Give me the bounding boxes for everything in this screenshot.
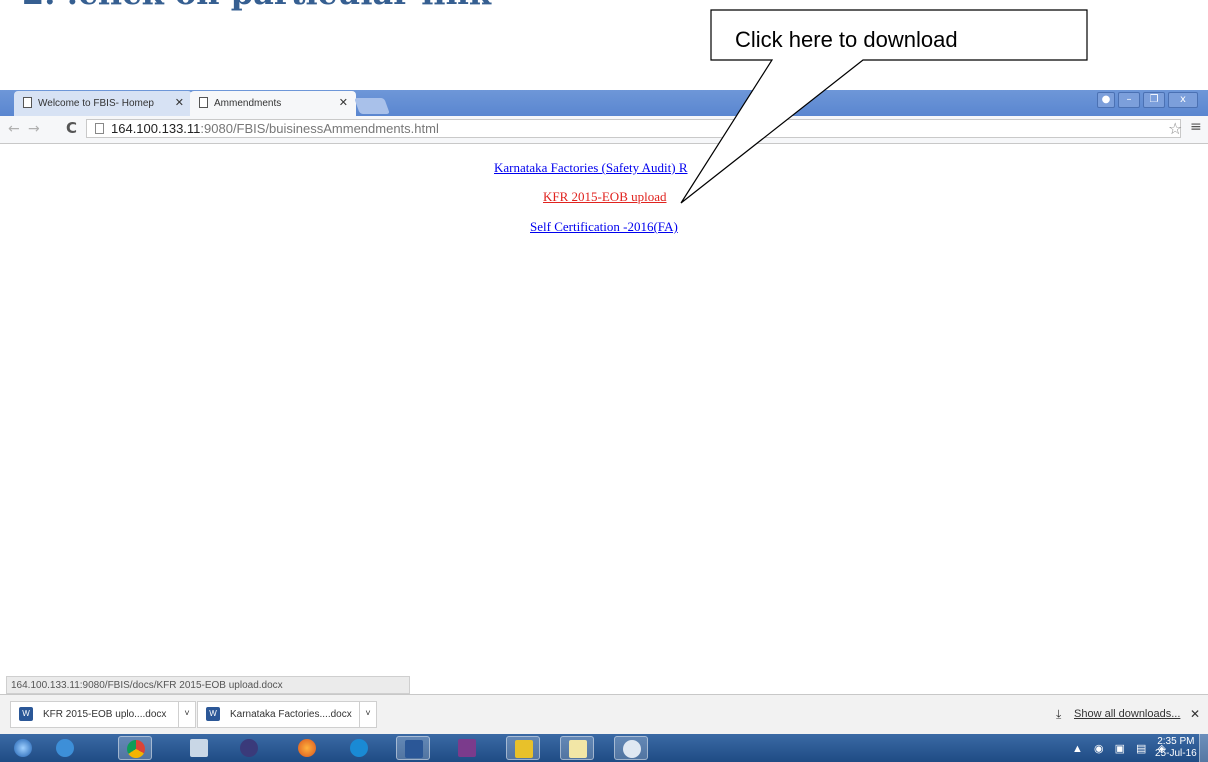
close-window-button[interactable]: x	[1168, 92, 1198, 108]
page-icon	[199, 97, 208, 108]
callout-text: Click here to download	[735, 27, 958, 52]
show-all-downloads-link[interactable]: Show all downloads...	[1074, 708, 1180, 720]
status-url: 164.100.133.11:9080/FBIS/docs/KFR 2015-E…	[6, 676, 410, 694]
page-icon	[95, 123, 104, 134]
download-item[interactable]: W Karnataka Factories....docx ˅	[197, 701, 377, 728]
download-icon: ⤓	[1056, 707, 1062, 721]
notepad-icon[interactable]	[560, 736, 594, 760]
chevron-down-icon[interactable]: ˅	[359, 701, 376, 728]
maximize-button[interactable]: ❐	[1143, 92, 1165, 108]
reload-icon[interactable]: C	[66, 119, 77, 137]
tab-ammendments[interactable]: Ammendments ✕	[190, 91, 356, 116]
download-shelf: W KFR 2015-EOB uplo....docx ˅ W Karnatak…	[0, 694, 1208, 735]
address-bar[interactable]: 164.100.133.11:9080/FBIS/buisinessAmmend…	[86, 119, 1181, 138]
url-path: :9080/FBIS/buisinessAmmendments.html	[200, 121, 439, 136]
windows-taskbar: ▲ ◉ ▣ ▤ ◈ 2:35 PM 25-Jul-16	[0, 734, 1208, 762]
show-desktop-button[interactable]	[1199, 734, 1208, 762]
windows-explorer-icon[interactable]	[182, 736, 216, 760]
url-host: 164.100.133.11	[111, 121, 201, 136]
heading-text: 2. :click on particular link	[22, 0, 491, 12]
tab-label: Welcome to FBIS- Homep	[38, 98, 154, 109]
back-icon[interactable]: ←	[8, 121, 20, 137]
start-orb-icon[interactable]	[6, 736, 40, 760]
paint-icon[interactable]	[614, 736, 648, 760]
download-label: Karnataka Factories....docx	[230, 709, 352, 720]
download-item[interactable]: W KFR 2015-EOB uplo....docx ˅	[10, 701, 196, 728]
new-tab-button[interactable]	[354, 98, 390, 114]
browser-toolbar: ← → C 164.100.133.11:9080/FBIS/buisiness…	[0, 116, 1208, 144]
tab-welcome[interactable]: Welcome to FBIS- Homep ✕	[14, 91, 192, 116]
browser-tab-strip: Welcome to FBIS- Homep ✕ Ammendments ✕ ●…	[0, 90, 1208, 116]
winrar-icon[interactable]	[450, 736, 484, 760]
clock-time: 2:35 PM	[1157, 736, 1195, 747]
window-controls: ● – ❐ x	[1097, 92, 1198, 108]
firefox-icon[interactable]	[290, 736, 324, 760]
word-doc-icon: W	[19, 707, 33, 721]
link-self-certification[interactable]: Self Certification -2016(FA)	[530, 219, 678, 235]
tab-label: Ammendments	[214, 98, 282, 109]
close-tab-icon[interactable]: ✕	[175, 96, 184, 109]
link-kfr-eob-upload[interactable]: KFR 2015-EOB upload	[543, 189, 667, 205]
download-label: KFR 2015-EOB uplo....docx	[43, 709, 167, 720]
chrome-icon[interactable]	[118, 736, 152, 760]
document-heading: 2. :click on particular link	[0, 0, 560, 18]
internet-explorer-icon[interactable]	[48, 736, 82, 760]
close-tab-icon[interactable]: ✕	[339, 96, 348, 109]
media-player-icon[interactable]	[342, 736, 376, 760]
clock[interactable]: 2:35 PM 25-Jul-16	[1155, 736, 1197, 760]
menu-icon[interactable]: ≡	[1190, 119, 1202, 135]
close-icon[interactable]: ✕	[1190, 707, 1200, 721]
minimize-button[interactable]: –	[1118, 92, 1140, 108]
word-doc-icon: W	[206, 707, 220, 721]
paint-app-icon[interactable]	[506, 736, 540, 760]
bookmark-star-icon[interactable]: ☆	[1168, 119, 1182, 138]
chevron-down-icon[interactable]: ˅	[178, 701, 195, 728]
link-safety-audit[interactable]: Karnataka Factories (Safety Audit) R	[494, 160, 688, 176]
eclipse-icon[interactable]	[232, 736, 266, 760]
user-icon[interactable]: ●	[1097, 92, 1115, 108]
page-icon	[23, 97, 32, 108]
forward-icon[interactable]: →	[28, 121, 40, 137]
word-icon[interactable]	[396, 736, 430, 760]
clock-date: 25-Jul-16	[1155, 748, 1197, 759]
